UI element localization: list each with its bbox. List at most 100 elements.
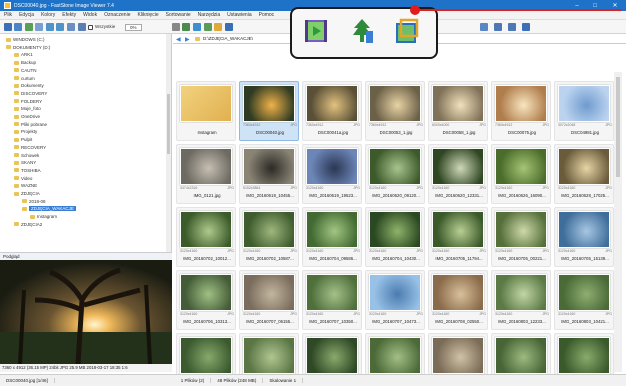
menu-settings[interactable]: Ustawienia <box>227 12 251 18</box>
thumbnail-item[interactable]: 3120x4160 JPG IMG_20160620_09120... <box>365 144 425 204</box>
open-icon[interactable] <box>4 23 12 31</box>
tree-item[interactable]: Moje_foto <box>14 106 41 111</box>
tree-scrollbar[interactable] <box>166 34 171 252</box>
thumbnail-item[interactable]: 3120x4160 JPG IMG_20160704_10430... <box>365 207 425 267</box>
view-thumbs-icon[interactable] <box>480 23 488 31</box>
forward-icon[interactable]: ▶ <box>185 36 190 43</box>
thumbnail-item[interactable]: 5152x3864 JPG IMG_20160619_10455... <box>239 144 299 204</box>
menu-view[interactable]: Widok <box>83 12 97 18</box>
tree-item[interactable]: ZDJĘCIA2 <box>14 222 42 227</box>
menu-file[interactable]: Plik <box>4 12 12 18</box>
tree-item[interactable]: ZDJĘCIA_WAKACJE <box>22 206 76 212</box>
thumbnail-item[interactable]: 3120x4160 JPG IMG_20160619_19523... <box>302 144 362 204</box>
thumbnail-item[interactable]: 7360x4912 JPG DSC00053_1.jpg <box>365 81 425 141</box>
print-icon[interactable] <box>67 23 75 31</box>
view-preview-icon[interactable] <box>522 23 530 31</box>
email-icon[interactable] <box>78 23 86 31</box>
thumbnail-item[interactable]: 3120x4160 JPG IMG_20160708_02550... <box>428 270 488 330</box>
tree-item[interactable]: Backup <box>14 60 36 65</box>
thumbnail-item[interactable]: 6000x4000 JPG DSC00058_1.jpg <box>428 81 488 141</box>
thumbnail-item[interactable]: 3120x4160 JPG IMG_20160620_12331... <box>428 144 488 204</box>
tree-item[interactable]: 2018-08 <box>22 199 46 204</box>
tree-item[interactable]: DOKUMENTY (D:) <box>6 45 50 50</box>
tree-item[interactable]: Video <box>14 176 32 181</box>
view-list-icon[interactable] <box>494 23 502 31</box>
thumbnail-item[interactable]: 3120x4160 JPG IMG_20160704_09586... <box>302 207 362 267</box>
thumbnail-item[interactable]: 3120x4160 JPG IMG_20160707_06155... <box>239 270 299 330</box>
menu-tag[interactable]: Oznaczenie <box>104 12 130 18</box>
tree-item[interactable]: DISCOVERY <box>14 91 47 96</box>
menu-colors[interactable]: Kolory <box>41 12 55 18</box>
fullscreen-icon[interactable] <box>25 23 33 31</box>
tree-item[interactable]: WINDOWS (C:) <box>6 37 45 42</box>
tree-item[interactable]: Instagram <box>30 214 57 219</box>
menu-help[interactable]: Pomoc <box>259 12 275 18</box>
browse-icon[interactable] <box>14 23 22 31</box>
tree-item-label: Projekty <box>21 129 38 135</box>
thumbnail-item[interactable]: 3120x4160 JPG IMG_20160705_11794... <box>428 207 488 267</box>
tree-item[interactable]: FOLDERY <box>14 99 42 104</box>
rotate-icon[interactable] <box>172 23 180 31</box>
color-icon[interactable] <box>214 23 222 31</box>
thumbnail-item[interactable]: 3120x4160 JPG IMG_20160705_00221... <box>491 207 551 267</box>
thumbnail-meta: 3120x4160 JPG <box>180 312 234 317</box>
menu-tools[interactable]: Narzędzia <box>198 12 221 18</box>
thumbnail-item[interactable]: 3120x4160 JPG IMG_20160707_10350... <box>302 270 362 330</box>
tree-item[interactable]: Dokumenty <box>14 83 44 88</box>
thumbnail-item[interactable]: 7360x4912 JPG DSC00075.jpg <box>491 81 551 141</box>
tree-item[interactable]: Projekty <box>14 129 37 134</box>
tree-item[interactable]: RECOVERY <box>14 145 46 150</box>
thumbnail-item[interactable]: 3120x4160 JPG IMG_20160628_17025... <box>554 144 614 204</box>
thumbnail-item[interactable]: 3120x4160 JPG IMG_20160626_16090... <box>491 144 551 204</box>
tree-item[interactable]: OneDrive <box>14 114 40 119</box>
thumbnail-item[interactable]: 3120x4160 JPG IMG_20160705_15139... <box>554 207 614 267</box>
resize-icon[interactable] <box>182 23 190 31</box>
minimize-button[interactable]: – <box>568 3 586 9</box>
thumbnail-item[interactable]: 7360x4912 JPG DSC00040.jpg <box>239 81 299 141</box>
tree-item[interactable]: ARK1 <box>14 52 33 57</box>
thumbnail-item[interactable]: 3072x2048 JPG DSC04981.jpg <box>554 81 614 141</box>
zoom-in-icon[interactable] <box>46 23 54 31</box>
tree-item[interactable]: curtum <box>14 76 35 81</box>
thumbnail-item[interactable]: 3120x4160 JPG IMG_20160706_10313... <box>176 270 236 330</box>
tree-sort-icon[interactable] <box>350 18 374 44</box>
tree-item[interactable]: ZDJĘCIA <box>14 191 40 196</box>
thumbnail-scrollbar[interactable] <box>614 72 622 372</box>
compare-icon[interactable] <box>193 23 201 31</box>
menu-click[interactable]: Kliknięcie <box>137 12 158 18</box>
tree-item[interactable]: Pulpit <box>14 137 32 142</box>
photo-thumbnail <box>558 211 610 248</box>
thumbnail-item[interactable]: 3474x2316 JPG IMG_0121.jpg <box>176 144 236 204</box>
thumbnail-item[interactable]: 7360x4912 JPG DSC00041a.jpg <box>302 81 362 141</box>
tree-item[interactable]: SKANY <box>14 160 36 165</box>
back-icon[interactable]: ◀ <box>176 36 181 43</box>
fit-checkbox[interactable] <box>88 25 93 30</box>
tree-item[interactable]: Pliki pobrane <box>14 122 47 127</box>
crop-icon[interactable] <box>395 18 419 44</box>
menu-edit[interactable]: Edycja <box>19 12 34 18</box>
menu-effects[interactable]: Efekty <box>62 12 76 18</box>
info-icon[interactable] <box>225 23 233 31</box>
tree-item[interactable]: WAZNE <box>14 183 37 188</box>
edit-icon[interactable] <box>204 23 212 31</box>
thumbnail-item[interactable]: 3120x4160 JPG IMG_20160702_10587... <box>239 207 299 267</box>
maximize-button[interactable]: □ <box>586 3 604 9</box>
tree-item[interactable]: Schowek <box>14 153 39 158</box>
thumbnail-meta: 7360x4912 JPG <box>495 123 549 128</box>
view-details-icon[interactable] <box>508 23 516 31</box>
thumbnail-item[interactable]: 3120x4160 JPG IMG_20160707_10473... <box>365 270 425 330</box>
thumbnail-item[interactable]: 3120x4160 JPG IMG_20160803_12233... <box>491 270 551 330</box>
menu-sort[interactable]: Sortowanie <box>166 12 191 18</box>
tree-item[interactable]: CAUTN <box>14 68 37 73</box>
thumbnail-item[interactable]: 3120x4160 JPG IMG_20160803_10421... <box>554 270 614 330</box>
thumbnail-item[interactable]: Instagram <box>176 81 236 141</box>
address-path[interactable]: D:\ZDJĘCIA_WAKACJE\ <box>203 36 253 41</box>
save-icon[interactable] <box>35 23 43 31</box>
slideshow-film-icon[interactable] <box>304 18 328 44</box>
zoom-select[interactable]: 0% <box>125 24 142 31</box>
thumbnail-format: JPG <box>605 312 612 316</box>
tree-item[interactable]: TOSHIBA <box>14 168 41 173</box>
thumbnail-item[interactable]: 3120x4160 JPG IMG_20160702_10012... <box>176 207 236 267</box>
close-button[interactable]: ✕ <box>604 2 626 9</box>
zoom-out-icon[interactable] <box>56 23 64 31</box>
